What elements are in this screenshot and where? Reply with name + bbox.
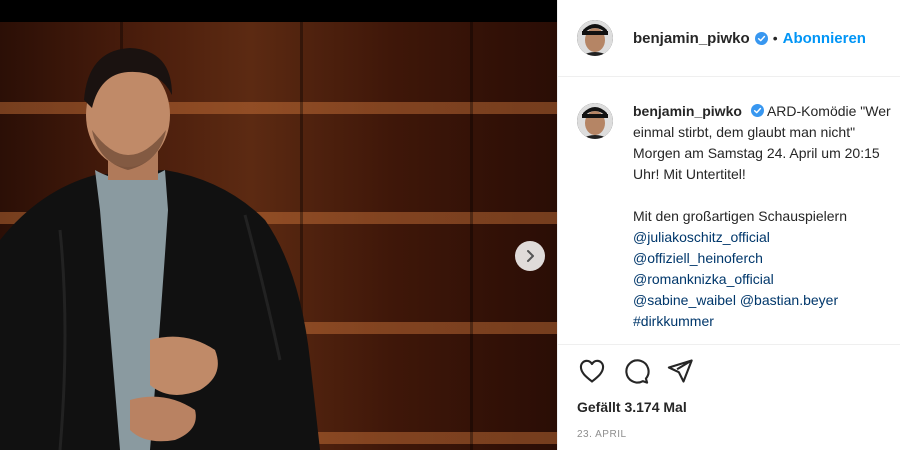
- hashtag-link[interactable]: #dirkkummer: [633, 311, 897, 332]
- post-side-panel: benjamin_piwko • Abonnieren benjamin_piw…: [557, 0, 900, 450]
- mention-link[interactable]: @bastian.beyer: [740, 292, 838, 308]
- mention-link[interactable]: @romanknizka_official: [633, 269, 897, 290]
- avatar-image: [577, 103, 613, 139]
- next-image-button[interactable]: [515, 241, 545, 271]
- post-image[interactable]: [0, 0, 557, 450]
- avatar[interactable]: [577, 103, 613, 139]
- heart-icon: [579, 359, 605, 383]
- follow-button[interactable]: Abonnieren: [783, 30, 866, 47]
- person-figure: [0, 48, 320, 450]
- post-caption: benjamin_piwko ARD-Komödie "Wer einmal s…: [577, 101, 897, 332]
- header-username[interactable]: benjamin_piwko: [633, 30, 750, 47]
- mention-link[interactable]: @juliakoschitz_official: [633, 227, 897, 248]
- header-separator: •: [772, 30, 778, 46]
- comment-button[interactable]: [621, 356, 651, 386]
- caption-paragraph-2: Mit den großartigen Schauspielern: [633, 208, 848, 224]
- verified-badge-icon: [754, 31, 768, 45]
- mention-link[interactable]: @offiziell_heinoferch: [633, 248, 897, 269]
- caption-username[interactable]: benjamin_piwko: [633, 103, 742, 119]
- mention-line: @sabine_waibel @bastian.beyer: [633, 290, 897, 311]
- share-icon: [667, 359, 693, 383]
- caption-text: benjamin_piwko ARD-Komödie "Wer einmal s…: [633, 101, 897, 332]
- divider: [558, 344, 900, 345]
- wall-seam: [470, 22, 473, 450]
- post-date[interactable]: 23. APRIL: [577, 429, 627, 440]
- verified-badge-icon: [750, 104, 764, 117]
- avatar-image: [577, 20, 613, 56]
- caption-gap: [633, 185, 897, 206]
- chevron-right-icon: [527, 250, 534, 262]
- share-button[interactable]: [665, 356, 695, 386]
- likes-count[interactable]: Gefällt 3.174 Mal: [577, 399, 687, 415]
- post-header: benjamin_piwko • Abonnieren: [558, 0, 900, 77]
- comment-icon: [625, 359, 650, 384]
- like-button[interactable]: [577, 356, 607, 386]
- post-actions: [577, 356, 709, 386]
- mention-link[interactable]: @sabine_waibel: [633, 292, 736, 308]
- avatar[interactable]: [577, 20, 613, 56]
- image-top-bar: [0, 0, 557, 22]
- caption-paragraph-1: benjamin_piwko ARD-Komödie "Wer einmal s…: [633, 101, 897, 185]
